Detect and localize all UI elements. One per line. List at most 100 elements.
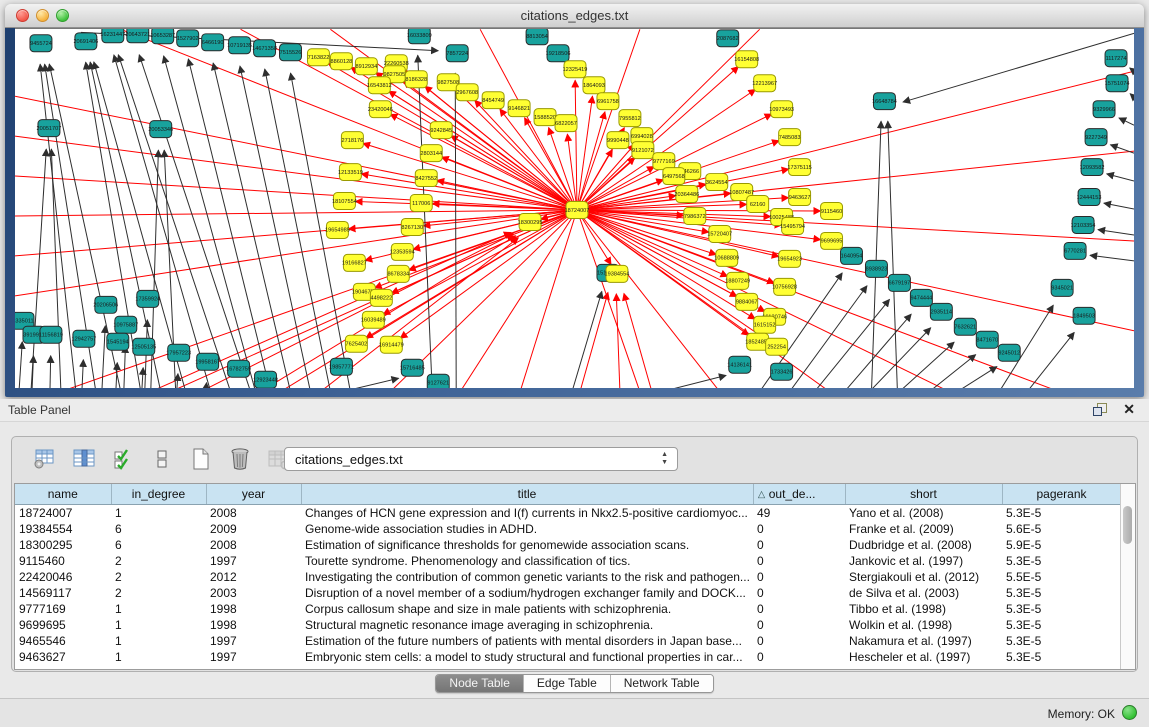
table-cell[interactable]: Corpus callosum shape and size in male p… [301,601,753,617]
graph-edge[interactable] [116,363,117,388]
graph-edge[interactable] [342,378,398,388]
graph-node[interactable]: 16914479 [379,336,404,353]
graph-node[interactable]: 20053346 [148,121,173,138]
table-cell[interactable]: 5.6E-5 [1002,521,1121,537]
graph-node[interactable]: 1545194 [107,333,129,350]
tab-edge-table[interactable]: Edge Table [523,675,610,692]
graph-edge[interactable] [577,210,830,388]
column-header-short[interactable]: short [845,484,1002,505]
graph-edge[interactable] [869,328,930,388]
graph-node[interactable]: 19384554 [605,265,630,282]
table-cell[interactable]: 5.3E-5 [1002,585,1121,601]
graph-node[interactable]: 9146821 [508,100,530,117]
graph-edge[interactable] [572,291,602,388]
table-cell[interactable]: Estimation of the future numbers of pati… [301,633,753,649]
table-cell[interactable]: 5.3E-5 [1002,633,1121,649]
graph-node[interactable]: 18107554 [332,193,357,210]
table-cell[interactable]: 1998 [206,601,301,617]
graph-node[interactable]: 15716485 [400,359,425,376]
graph-edge[interactable] [520,210,577,388]
graph-node[interactable]: 19218506 [546,45,571,62]
table-cell[interactable]: 9463627 [15,649,111,665]
graph-node[interactable]: 1527902 [177,30,199,47]
graph-node[interactable]: 2967608 [456,84,478,101]
table-cell[interactable]: 1 [111,617,206,633]
graph-node[interactable]: 19166827 [342,254,367,271]
graph-edge[interactable] [51,149,61,388]
graph-node[interactable]: 7163822 [307,49,329,66]
graph-node[interactable]: 16154808 [734,51,759,68]
graph-node[interactable]: 8427552 [415,170,437,187]
graph-edge[interactable] [888,121,898,388]
graph-edge[interactable] [577,210,640,388]
table-cell[interactable]: 9465546 [15,633,111,649]
graph-node[interactable]: 252254 [766,338,788,355]
table-cell[interactable]: Stergiakouli et al. (2012) [845,569,1002,585]
column-header-out_de[interactable]: △out_de... [753,484,845,505]
graph-node[interactable]: 7632621 [954,318,976,335]
table-cell[interactable]: 0 [753,521,845,537]
table-cell[interactable]: Hescheler et al. (1997) [845,649,1002,665]
graph-edge[interactable] [577,112,605,210]
graph-node[interactable]: 7485083 [779,129,801,146]
table-cell[interactable]: Investigating the contribution of common… [301,569,753,585]
graph-node[interactable]: 9227349 [1085,129,1107,146]
table-cell[interactable]: Estimation of significance thresholds fo… [301,537,753,553]
table-cell[interactable]: 18724007 [15,505,111,522]
table-cell[interactable]: 5.3E-5 [1002,617,1121,633]
graph-node[interactable]: 10653287 [150,29,175,44]
graph-node[interactable]: 1864093 [583,77,605,94]
table-cell[interactable]: Changes of HCN gene expression and I(f) … [301,505,753,522]
graph-node[interactable]: 8912934 [355,58,377,75]
graph-node[interactable]: 12325419 [563,61,588,78]
table-cell[interactable]: 2 [111,585,206,601]
graph-node[interactable]: 12505135 [131,338,156,355]
graph-edge[interactable] [240,66,311,388]
graph-edge[interactable] [616,294,620,388]
graph-node[interactable]: 1615152 [754,316,776,333]
table-cell[interactable]: 2 [111,553,206,569]
graph-node[interactable]: 10719135 [227,37,252,54]
show-columns-icon[interactable] [71,446,97,472]
table-cell[interactable]: 9699695 [15,617,111,633]
graph-node[interactable]: 19857771 [329,358,354,375]
table-row[interactable]: 946362711997Embryonic stem cells: a mode… [15,649,1121,665]
table-cell[interactable]: 0 [753,569,845,585]
graph-node[interactable]: 10756928 [772,278,797,295]
table-cell[interactable]: 9115460 [15,553,111,569]
graph-node[interactable]: 9115460 [821,203,843,220]
table-cell[interactable]: 5.9E-5 [1002,537,1121,553]
graph-node[interactable]: 9345021 [1051,279,1073,296]
select-all-icon[interactable] [110,446,136,472]
table-cell[interactable]: 2008 [206,505,301,522]
graph-node[interactable]: 12353594 [390,243,415,260]
graph-node[interactable]: 8186328 [405,71,427,88]
graph-edge[interactable] [577,210,949,388]
graph-node[interactable]: 9245012 [998,344,1020,361]
graph-edge[interactable] [1098,230,1134,235]
table-cell[interactable]: Dudbridge et al. (2008) [845,537,1002,553]
graph-edge[interactable] [124,346,126,388]
graph-node[interactable]: 16543812 [367,77,392,94]
table-cell[interactable]: Genome-wide association studies in ADHD. [301,521,753,537]
graph-edge[interactable] [213,63,290,388]
graph-edge[interactable] [50,356,51,388]
table-cell[interactable]: 2003 [206,585,301,601]
table-cell[interactable]: 14569117 [15,585,111,601]
graph-node[interactable]: 20643721 [125,29,150,43]
table-source-dropdown[interactable]: citations_edges.txt ▲▼ [284,447,678,471]
column-header-name[interactable]: name [15,484,111,505]
graph-node[interactable]: 62160 [747,196,769,213]
table-row[interactable]: 1456911722003Disruption of a novel membe… [15,585,1121,601]
table-cell[interactable]: 19384554 [15,521,111,537]
table-cell[interactable]: Yano et al. (2008) [845,505,1002,522]
graph-edge[interactable] [1130,68,1134,71]
table-cell[interactable]: 1 [111,649,206,665]
graph-node[interactable]: 16033809 [407,29,432,44]
table-cell[interactable]: 5.3E-5 [1002,649,1121,665]
graph-node[interactable]: 9242845 [430,122,452,139]
graph-edge[interactable] [929,355,975,388]
graph-node[interactable]: 7986372 [684,208,706,225]
graph-node[interactable]: 1733426 [771,363,793,380]
graph-node[interactable]: 19958167 [195,353,220,370]
